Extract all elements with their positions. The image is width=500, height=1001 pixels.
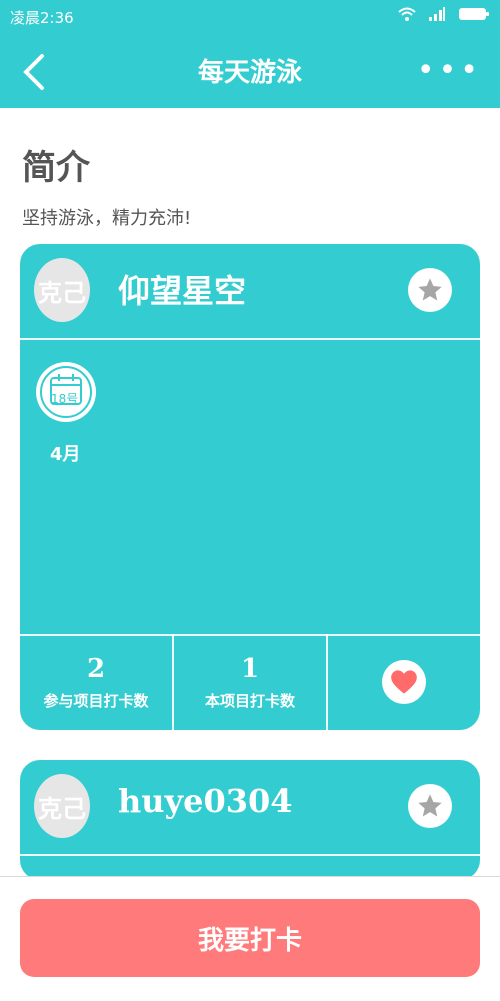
stat-label: 参与项目打卡数 [43, 691, 149, 710]
heart-icon [391, 670, 417, 694]
checkin-card[interactable]: 克己 仰望星空 18号 4月 2 参与项目打卡数 1 本项目打卡数 [20, 244, 480, 730]
star-icon [418, 794, 442, 817]
avatar[interactable]: 克己 [34, 258, 90, 322]
checkin-button[interactable]: 我要打卡 [20, 899, 480, 977]
checkin-card[interactable]: 克己 huye0304 [20, 760, 480, 880]
stat-project-checkins: 2 参与项目打卡数 [20, 634, 172, 730]
star-button[interactable] [408, 268, 452, 312]
avatar[interactable]: 克己 [34, 774, 90, 838]
star-button[interactable] [408, 784, 452, 828]
signal-icon [429, 7, 445, 21]
calendar-month: 4月 [50, 444, 81, 465]
battery-icon [459, 8, 489, 20]
stat-separator [326, 634, 328, 730]
stats-row: 2 参与项目打卡数 1 本项目打卡数 [20, 634, 480, 730]
stat-value: 2 [86, 653, 106, 684]
nav-bar: 每天游泳 ••• [0, 34, 500, 108]
status-icons [398, 6, 490, 22]
stat-label: 本项目打卡数 [204, 691, 295, 710]
stat-this-project-checkins: 1 本项目打卡数 [174, 634, 326, 730]
more-options-icon[interactable]: ••• [417, 56, 482, 86]
calendar-day: 18号 [51, 392, 79, 406]
card-divider [20, 854, 480, 856]
username[interactable]: 仰望星空 [118, 266, 246, 312]
status-bar: 凌晨2:36 [0, 0, 500, 34]
star-icon [418, 278, 442, 301]
stat-value: 1 [240, 653, 260, 684]
intro-description: 坚持游泳，精力充沛! [22, 208, 192, 229]
status-time: 凌晨2:36 [10, 9, 74, 27]
like-button[interactable] [382, 660, 426, 704]
username[interactable]: huye0304 [118, 782, 293, 820]
calendar-badge[interactable]: 18号 [36, 362, 96, 422]
bottom-bar: 我要打卡 [0, 876, 500, 1001]
intro-heading: 简介 [22, 148, 90, 188]
card-divider [20, 338, 480, 340]
wifi-icon [398, 7, 416, 21]
